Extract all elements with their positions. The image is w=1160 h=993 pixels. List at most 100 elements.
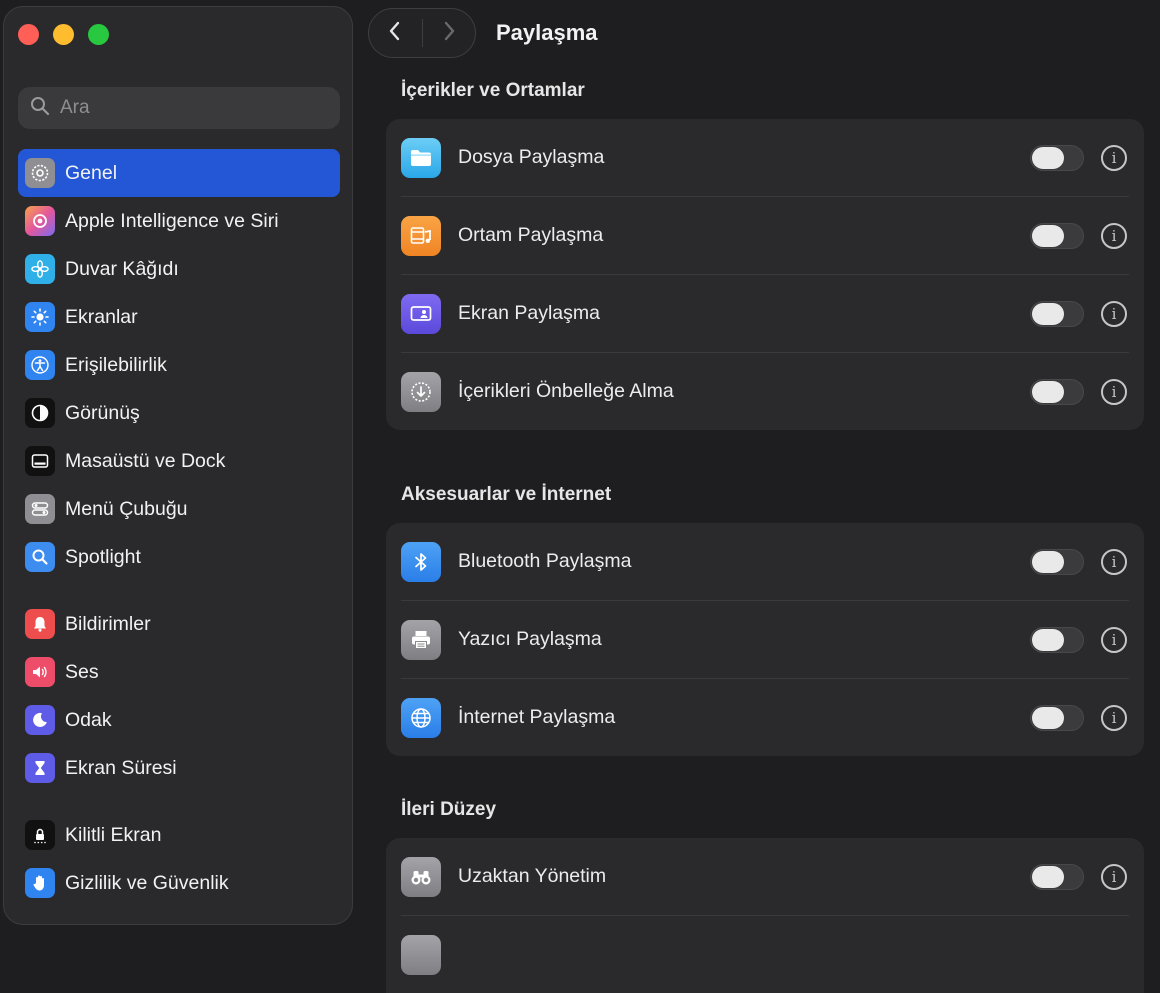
media-icon — [401, 215, 441, 256]
section-title: İleri Düzey — [401, 799, 497, 820]
settings-group: Bluetooth Paylaşma i Yazıcı Paylaşma i İ… — [386, 523, 1144, 756]
sidebar-item-gorunus[interactable]: Görünüş — [18, 389, 340, 437]
speaker-icon — [25, 657, 55, 687]
list-item: Dosya Paylaşma i — [401, 119, 1129, 197]
sidebar-item-label: Ses — [65, 660, 99, 683]
row-label: Uzaktan Yönetim — [458, 865, 607, 887]
sidebar-item-label: Ekranlar — [65, 305, 138, 328]
row-label: Yazıcı Paylaşma — [458, 628, 602, 650]
binoculars-icon — [401, 856, 441, 897]
zoom-window-button[interactable] — [88, 24, 109, 45]
bluetooth-icon — [401, 541, 441, 582]
sidebar-item-label: Erişilebilirlik — [65, 353, 167, 376]
sidebar-item-apple-intelligence[interactable]: Apple Intelligence ve Siri — [18, 197, 340, 245]
list-item: Ekran Paylaşma i — [401, 275, 1129, 353]
sidebar-item-kilitli-ekran[interactable]: Kilitli Ekran — [18, 811, 340, 859]
menubar-icon — [25, 494, 55, 524]
sidebar-item-masaustu-dock[interactable]: Masaüstü ve Dock — [18, 437, 340, 485]
hand-icon — [25, 868, 55, 898]
history-navigation — [368, 8, 476, 58]
accessibility-icon — [25, 350, 55, 380]
close-window-button[interactable] — [18, 24, 39, 45]
printer-icon — [401, 619, 441, 660]
toggle-switch[interactable] — [1030, 548, 1084, 575]
sidebar-item-spotlight[interactable]: Spotlight — [18, 533, 340, 581]
chevron-right-icon — [440, 19, 458, 48]
sidebar: Ara Genel Apple Intelligence ve Siri Duv… — [3, 6, 353, 925]
sidebar-item-label: Masaüstü ve Dock — [65, 449, 226, 472]
list-item: İçerikleri Önbelleğe Alma i — [401, 353, 1129, 430]
settings-group: Dosya Paylaşma i Ortam Paylaşma i Ekran … — [386, 119, 1144, 430]
flower-icon — [25, 254, 55, 284]
appearance-icon — [25, 398, 55, 428]
toggle-switch[interactable] — [1030, 222, 1084, 249]
row-label: Ortam Paylaşma — [458, 224, 604, 246]
sidebar-item-genel[interactable]: Genel — [18, 149, 340, 197]
search-input[interactable]: Ara — [18, 87, 340, 129]
row-label: İçerikleri Önbelleğe Alma — [458, 380, 674, 402]
magnifier-icon — [25, 542, 55, 572]
hourglass-icon — [25, 753, 55, 783]
sidebar-item-label: Kilitli Ekran — [65, 823, 162, 846]
sidebar-item-ekranlar[interactable]: Ekranlar — [18, 293, 340, 341]
list-item — [401, 916, 1129, 993]
globe-icon — [401, 697, 441, 738]
sidebar-item-ses[interactable]: Ses — [18, 648, 340, 696]
toggle-switch[interactable] — [1030, 378, 1084, 405]
sidebar-item-menu-cubugu[interactable]: Menü Çubuğu — [18, 485, 340, 533]
toggle-switch[interactable] — [1030, 300, 1084, 327]
search-icon — [30, 96, 50, 121]
row-label: Bluetooth Paylaşma — [458, 550, 632, 572]
sidebar-item-label: Genel — [65, 161, 118, 184]
list-item: Ortam Paylaşma i — [401, 197, 1129, 275]
info-icon[interactable]: i — [1101, 548, 1127, 575]
info-icon[interactable]: i — [1101, 300, 1127, 327]
info-icon[interactable]: i — [1101, 378, 1127, 405]
sidebar-item-odak[interactable]: Odak — [18, 696, 340, 744]
info-icon[interactable]: i — [1101, 626, 1127, 653]
moon-icon — [25, 705, 55, 735]
toggle-knob — [1032, 224, 1064, 247]
toggle-knob — [1032, 302, 1064, 325]
sidebar-item-duvar-kagidi[interactable]: Duvar Kâğıdı — [18, 245, 340, 293]
forward-button[interactable] — [422, 9, 475, 57]
toggle-switch[interactable] — [1030, 863, 1084, 890]
info-icon[interactable]: i — [1101, 144, 1127, 171]
toggle-switch[interactable] — [1030, 704, 1084, 731]
toggle-knob — [1032, 865, 1064, 888]
list-item: İnternet Paylaşma i — [401, 679, 1129, 756]
toggle-switch[interactable] — [1030, 144, 1084, 171]
page-title: Paylaşma — [496, 20, 598, 45]
row-label: Dosya Paylaşma — [458, 146, 605, 168]
screen-share-icon — [401, 293, 441, 334]
section-title: İçerikler ve Ortamlar — [401, 80, 585, 101]
info-icon[interactable]: i — [1101, 704, 1127, 731]
dock-icon — [25, 446, 55, 476]
sidebar-nav: Genel Apple Intelligence ve Siri Duvar K… — [18, 149, 340, 907]
toggle-switch[interactable] — [1030, 626, 1084, 653]
sidebar-item-ekran-suresi[interactable]: Ekran Süresi — [18, 744, 340, 792]
section-title: Aksesuarlar ve İnternet — [401, 484, 612, 505]
sidebar-item-erisilebilirlik[interactable]: Erişilebilirlik — [18, 341, 340, 389]
toggle-knob — [1032, 706, 1064, 729]
minimize-window-button[interactable] — [53, 24, 74, 45]
back-button[interactable] — [369, 9, 422, 57]
sidebar-item-gizlilik[interactable]: Gizlilik ve Güvenlik — [18, 859, 340, 907]
search-placeholder: Ara — [60, 97, 90, 118]
info-icon[interactable]: i — [1101, 222, 1127, 249]
partially-visible-icon — [401, 934, 441, 975]
bell-icon — [25, 609, 55, 639]
sidebar-item-bildirimler[interactable]: Bildirimler — [18, 600, 340, 648]
toggle-knob — [1032, 550, 1064, 573]
settings-group: Uzaktan Yönetim i — [386, 838, 1144, 993]
sidebar-item-label: Spotlight — [65, 545, 141, 568]
chevron-left-icon — [386, 19, 404, 48]
folder-icon — [401, 137, 441, 178]
sun-icon — [25, 302, 55, 332]
info-icon[interactable]: i — [1101, 863, 1127, 890]
sidebar-item-label: Gizlilik ve Güvenlik — [65, 871, 229, 894]
row-label: Ekran Paylaşma — [458, 302, 600, 324]
